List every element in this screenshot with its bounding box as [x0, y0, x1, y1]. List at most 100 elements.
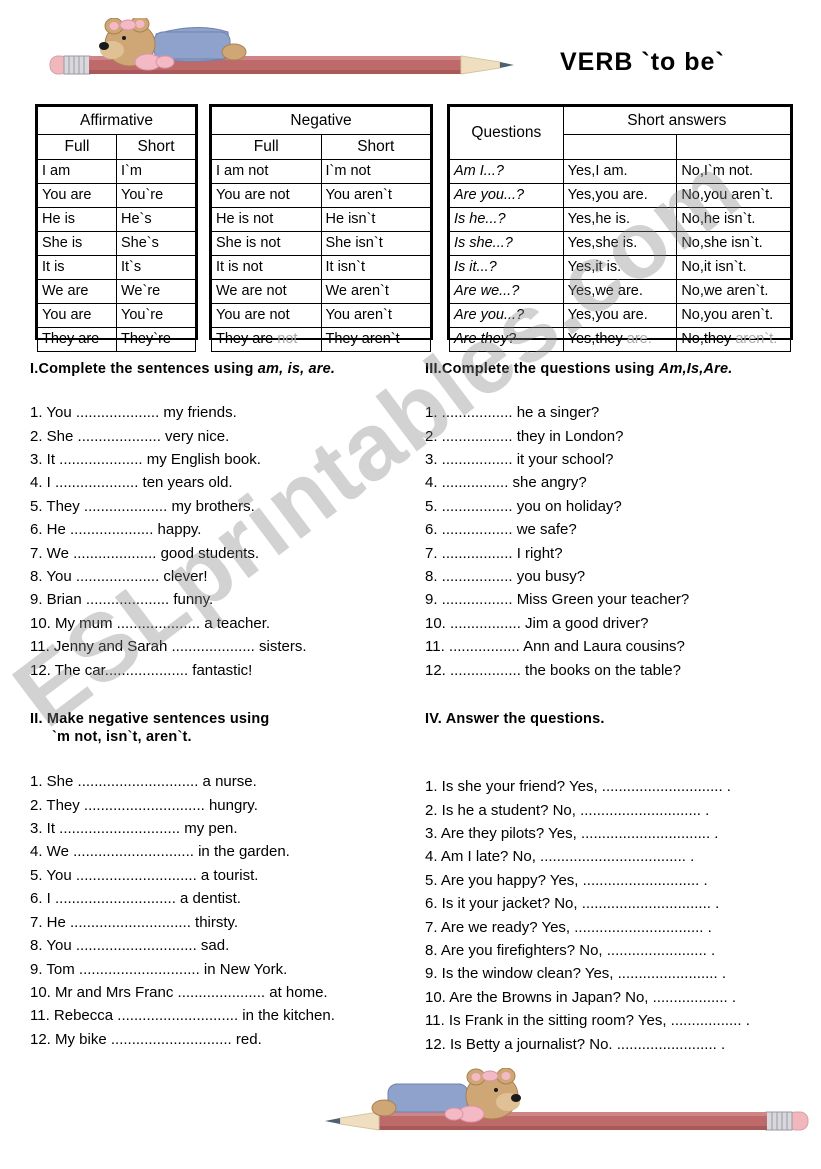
cell-full: They are	[37, 327, 117, 352]
list-item: 7. We .................... good students…	[30, 544, 259, 562]
table-row: It is not It isn`t	[211, 255, 431, 280]
questions-col-title: Questions	[449, 106, 564, 160]
exercise-column-right: III.Complete the questions using Am,Is,A…	[425, 360, 815, 1056]
table-row: Am I...? Yes,I am. No,I`m not.	[449, 159, 791, 184]
exercise-three: III.Complete the questions using Am,Is,A…	[425, 360, 815, 682]
exercise-three-heading-prefix: III.Complete the questions using	[425, 361, 659, 377]
short-answers-col-title: Short answers	[562, 106, 792, 135]
list-item: 4. We ............................. in t…	[30, 843, 290, 861]
exercise-column-left: I.Complete the sentences using am, is, a…	[30, 360, 420, 1051]
table-row: You are You`re	[37, 183, 196, 208]
table-row: He is not He isn`t	[211, 207, 431, 232]
list-item: 1. ................. he a singer?	[425, 404, 600, 422]
list-item: 6. I ............................. a den…	[30, 890, 241, 908]
table-row: We are not We aren`t	[211, 279, 431, 304]
cell-answer-yes: Yes,you are.	[562, 183, 678, 208]
list-item: 2. ................. they in London?	[425, 427, 624, 445]
cell-answer-no: No,you aren`t.	[676, 183, 791, 208]
exercise-four: IV. Answer the questions. 1. Is she your…	[425, 710, 815, 1056]
cell-short: You`re	[116, 303, 196, 328]
affirmative-table-title: Affirmative	[37, 106, 196, 135]
list-item: 8. ................. you busy?	[425, 567, 586, 585]
list-item: 5. They .................... my brothers…	[30, 497, 255, 515]
cell-answer-no: No,they aren`t.	[676, 327, 791, 352]
table-row: We are We`re	[37, 279, 196, 304]
list-item: 8. You .................... clever!	[30, 567, 208, 585]
affirmative-table: Affirmative Full Short I am I`m You are Yo…	[35, 104, 198, 352]
cell-answer-no: No,I`m not.	[676, 159, 791, 184]
list-item: 11. Is Frank in the sitting room? Yes, .…	[425, 1012, 750, 1030]
cell-short: We aren`t	[320, 279, 431, 304]
cell-question: Is it...?	[449, 255, 564, 280]
cell-full: We are not	[211, 279, 322, 304]
table-row: It is It`s	[37, 255, 196, 280]
cell-full: It is not	[211, 255, 322, 280]
list-item: 2. She .................... very nice.	[30, 427, 230, 445]
pencil-with-bear-bottom-graphic	[325, 1068, 809, 1131]
short-answers-spacer-yes	[562, 134, 678, 160]
list-item: 9. Is the window clean? Yes, ...........…	[425, 965, 726, 983]
cell-answer-yes: Yes,she is.	[562, 231, 678, 256]
cell-answer-yes-text: Yes,they	[567, 331, 627, 348]
list-item: 12. The car.................... fantasti…	[30, 661, 253, 679]
cell-full-faint-suffix: not	[277, 331, 298, 348]
grammar-reference-tables: Affirmative Full Short I am I`m You are Yo…	[0, 104, 821, 352]
cell-full: He is	[37, 207, 117, 232]
cell-answer-no: No,he isn`t.	[676, 207, 791, 232]
table-row: She is She`s	[37, 231, 196, 256]
cell-answer-no: No,it isn`t.	[676, 255, 791, 280]
exercise-three-heading: III.Complete the questions using Am,Is,A…	[425, 360, 815, 378]
cell-short: You aren`t	[320, 183, 431, 208]
list-item: 5. Are you happy? Yes, .................…	[425, 871, 708, 889]
exercise-one-list: 1. You .................... my friends. …	[30, 401, 420, 682]
cell-short: I`m not	[320, 159, 431, 184]
table-row: They are not They aren`t	[211, 327, 431, 352]
cell-answer-yes: Yes,they are.	[562, 327, 678, 352]
negative-table-title: Negative	[211, 106, 431, 135]
page-title: VERB `to be`	[560, 48, 725, 76]
exercise-two-list: 1. She ............................. a n…	[30, 770, 420, 1051]
list-item: 3. It .................... my English bo…	[30, 450, 261, 468]
table-row: She is not She isn`t	[211, 231, 431, 256]
cell-answer-yes-faint: are.	[626, 331, 652, 348]
cell-full: We are	[37, 279, 117, 304]
list-item: 5. You ............................. a t…	[30, 866, 259, 884]
cell-answer-no: No,you aren`t.	[676, 303, 791, 328]
cell-answer-no: No,she isn`t.	[676, 231, 791, 256]
negative-table: Negative Full Short I am not I`m not You …	[209, 104, 433, 352]
cell-short: They aren`t	[320, 327, 431, 352]
cell-answer-no: No,we aren`t.	[676, 279, 791, 304]
list-item: 2. They ............................. hu…	[30, 796, 258, 814]
list-item: 4. Am I late? No, ......................…	[425, 848, 695, 866]
cell-question: Are they?	[449, 327, 564, 352]
list-item: 11. Rebecca ............................…	[30, 1007, 335, 1025]
list-item: 3. ................. it your school?	[425, 450, 614, 468]
list-item: 6. ................. we safe?	[425, 521, 577, 539]
table-row: Is she...? Yes,she is. No,she isn`t.	[449, 231, 791, 256]
cell-full: They are not	[211, 327, 322, 352]
table-row: You are not You aren`t	[211, 183, 431, 208]
cell-short: She isn`t	[320, 231, 431, 256]
table-row: Is he...? Yes,he is. No,he isn`t.	[449, 207, 791, 232]
list-item: 7. He ............................. thir…	[30, 913, 239, 931]
list-item: 7. Are we ready? Yes, ..................…	[425, 918, 712, 936]
cell-answer-yes: Yes,we are.	[562, 279, 678, 304]
exercise-two-heading-line2: `m not, isn`t, aren`t.	[52, 729, 192, 746]
cell-short: They`re	[116, 327, 196, 352]
cell-full: I am	[37, 159, 117, 184]
table-row: He is He`s	[37, 207, 196, 232]
negative-col-full: Full	[211, 134, 322, 160]
page-footer	[0, 1060, 821, 1169]
cell-answer-yes: Yes,you are.	[562, 303, 678, 328]
list-item: 5. ................. you on holiday?	[425, 497, 622, 515]
cell-question: Am I...?	[449, 159, 564, 184]
list-item: 12. Is Betty a journalist? No. .........…	[425, 1035, 726, 1053]
cell-full-text: They are	[216, 331, 278, 348]
cell-question: Is she...?	[449, 231, 564, 256]
list-item: 3. It ............................. my p…	[30, 820, 238, 838]
page-header: VERB `to be`	[0, 0, 821, 100]
exercise-one: I.Complete the sentences using am, is, a…	[30, 360, 420, 682]
cell-question: Are we...?	[449, 279, 564, 304]
cell-short: You aren`t	[320, 303, 431, 328]
list-item: 12. My bike ............................…	[30, 1030, 262, 1048]
